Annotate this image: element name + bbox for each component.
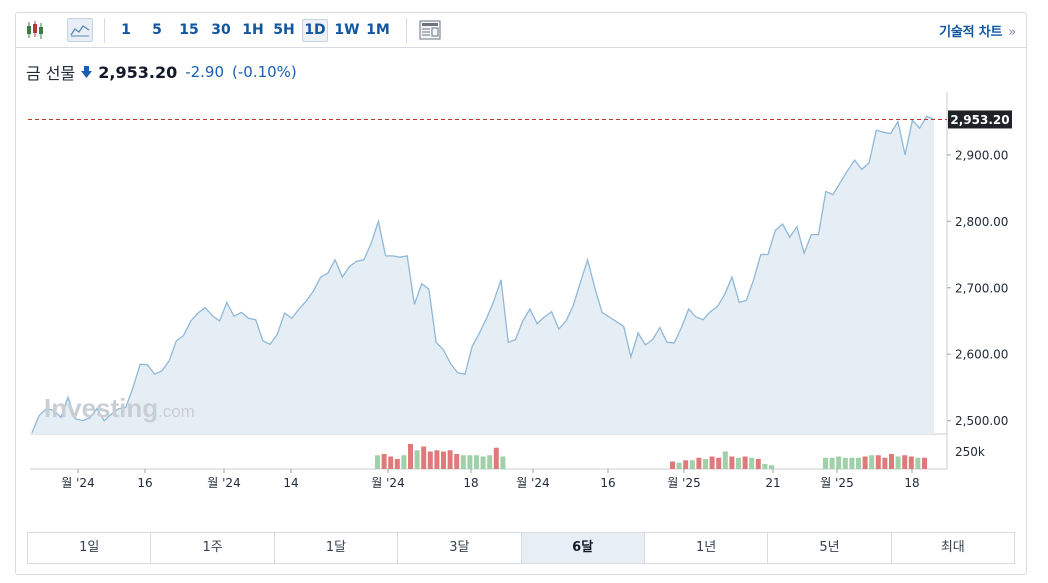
volume-bar [467,455,473,469]
volume-bar [849,457,855,469]
volume-bar [842,457,848,469]
x-tick-label: 월 '24 [61,476,94,490]
volume-bar [875,455,881,469]
volume-bar [676,462,682,469]
x-tick-label: 18 [904,476,919,490]
x-tick-label: 18 [463,476,478,490]
volume-bar [908,456,914,469]
price-chart[interactable]: 2,953.20 2,900.00 2,800.00 2,700.00 2,600.00… [16,13,1026,528]
range-1y[interactable]: 1년 [645,533,769,563]
volume-bar [915,457,921,469]
y-tick-label: 2,700.00 [955,281,1008,295]
price-area [28,115,947,435]
volume-bar [683,460,689,469]
volume-bar [829,457,835,469]
volume-bar [836,456,842,469]
volume-bar [381,454,387,469]
volume-bar [769,465,774,469]
range-max[interactable]: 최대 [892,533,1014,563]
range-1w[interactable]: 1주 [151,533,275,563]
volume-bar [394,459,400,469]
volume-bar [408,444,413,469]
volume-bar [670,461,675,469]
volume-bar [729,456,735,469]
volume-bar [709,456,715,469]
y-tick-label: 2,800.00 [955,215,1008,229]
volume-bar [755,459,761,469]
volume-bar [856,457,861,469]
volume-bar [889,454,894,469]
volume-bar [716,457,722,469]
volume-bar [480,456,486,469]
price-area-fill [32,116,934,435]
volume-bar [500,456,506,469]
range-1d[interactable]: 1일 [28,533,152,563]
x-tick-label: 16 [137,476,152,490]
x-tick-label: 월 '24 [516,476,549,490]
volume-bar [902,455,908,469]
volume-bar [375,455,380,469]
volume-bar [401,455,407,469]
volume-bar [434,450,440,469]
y-tick-label: 2,900.00 [955,148,1008,162]
range-selector: 1일 1주 1달 3달 6달 1년 5년 최대 [27,532,1015,564]
x-tick-label: 월 '24 [207,476,240,490]
volume-bar [427,451,433,469]
volume-bar [895,456,901,469]
volume-bars [375,444,927,469]
volume-bar [696,457,702,469]
volume-bar [742,456,748,469]
volume-bar [869,455,875,469]
volume-bar [487,455,493,469]
y-tick-label: 2,600.00 [955,348,1008,362]
volume-bar [736,457,741,469]
volume-bar [474,455,479,469]
volume-bar [823,457,828,469]
x-tick-label: 월 '24 [371,476,404,490]
range-3mo[interactable]: 3달 [398,533,522,563]
range-1mo[interactable]: 1달 [275,533,399,563]
chart-widget: 1 5 15 30 1H 5H 1D 1W 1M 기술적 차트» 금 선물 2,… [15,12,1027,575]
volume-bar [447,450,453,469]
volume-bar [703,459,708,469]
volume-bar [493,447,499,469]
y-tick-label: 2,500.00 [955,414,1008,428]
range-5y[interactable]: 5년 [768,533,892,563]
volume-bar [862,456,868,469]
volume-bar [749,457,755,469]
x-tick-label: 21 [765,476,780,490]
x-tick-label: 월 '25 [667,476,700,490]
volume-bar [460,455,466,469]
volume-bar [441,451,446,469]
volume-bar [414,450,420,469]
volume-bar [922,457,927,469]
watermark-brand: Investing [44,393,158,423]
volume-bar [762,464,768,469]
x-tick-label: 14 [283,476,298,490]
x-tick-label: 월 '25 [820,476,853,490]
volume-bar [388,456,394,469]
x-tick-label: 16 [600,476,615,490]
volume-bar [454,454,460,469]
volume-bar [421,446,427,469]
volume-bar [882,457,888,469]
current-price-label: 2,953.20 [950,113,1009,127]
watermark-suffix: .com [158,402,195,421]
volume-bar [722,451,728,469]
volume-axis-label: 250k [955,445,985,459]
volume-bar [689,460,695,469]
range-6mo[interactable]: 6달 [521,533,645,563]
